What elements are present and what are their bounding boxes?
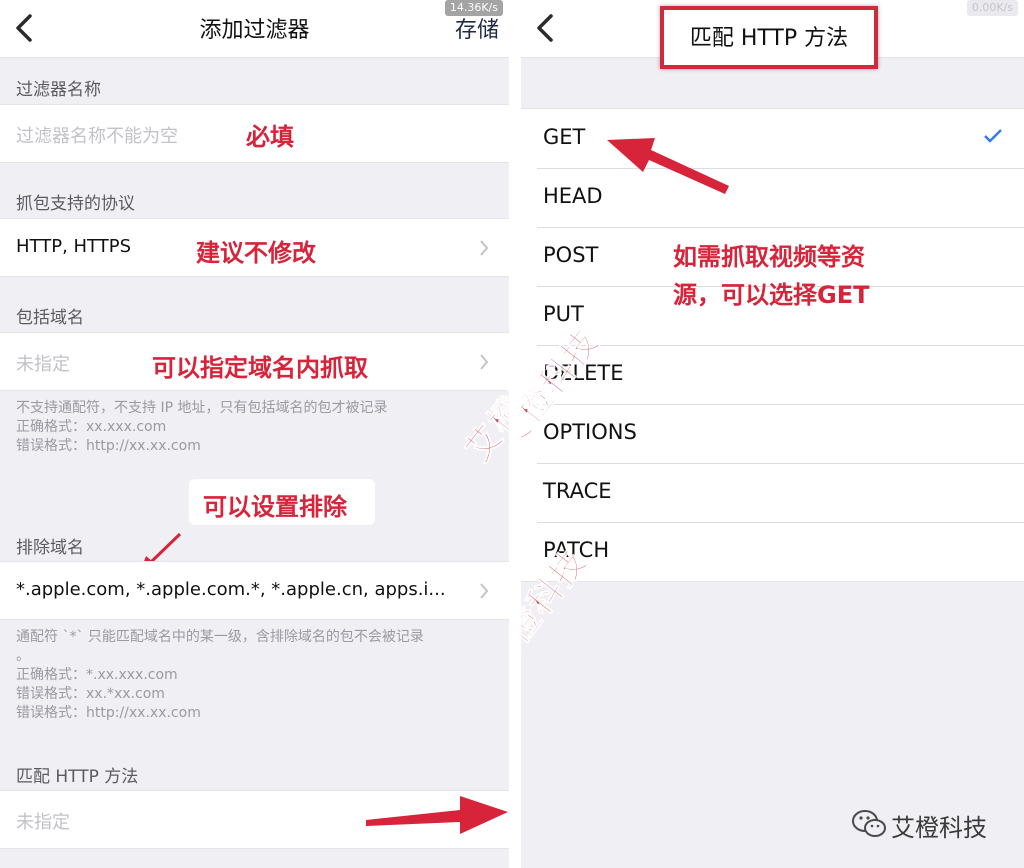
arrow-annotation xyxy=(366,796,508,834)
http-method-value: 未指定 xyxy=(16,812,70,833)
include-domains-row[interactable]: 未指定 可以指定域名内抓取 xyxy=(0,332,509,391)
save-button[interactable]: 存储 xyxy=(455,12,499,44)
footer-account-name: 艾橙科技 xyxy=(891,814,987,842)
include-domains-help: 不支持通配符，不支持 IP 地址，只有包括域名的包才被记录 正确格式：xx.xx… xyxy=(16,400,388,454)
annotation-required: 必填 xyxy=(246,123,294,151)
annotation-get-tip: 如需抓取视频等资 源，可以选择GET xyxy=(673,243,870,309)
checkmark-icon xyxy=(984,129,1002,143)
arrow-annotation xyxy=(607,138,729,194)
add-filter-screen: 添加过滤器 存储 14.36K/s 过滤器名称 过滤器名称不能为空 必填 抓包支… xyxy=(0,0,509,868)
chevron-right-icon xyxy=(480,354,489,370)
annotation-box: 可以设置排除 xyxy=(189,479,375,525)
section-header-filter-name: 过滤器名称 xyxy=(16,80,101,100)
wechat-icon xyxy=(852,810,886,837)
back-chevron-icon[interactable] xyxy=(531,8,561,48)
exclude-domains-row[interactable]: *.apple.com, *.apple.com.*, *.apple.cn, … xyxy=(0,561,509,620)
filter-name-placeholder: 过滤器名称不能为空 xyxy=(16,126,178,147)
section-header-http-method: 匹配 HTTP 方法 xyxy=(16,767,139,787)
page-title: 匹配 HTTP 方法 xyxy=(689,26,849,51)
protocols-row[interactable]: HTTP, HTTPS 建议不修改 xyxy=(0,218,509,277)
page-title: 添加过滤器 xyxy=(199,18,310,43)
chevron-right-icon xyxy=(480,583,489,599)
match-http-method-screen: 0.00K/s 匹配 HTTP 方法 GET HEAD POST PUT DEL… xyxy=(521,0,1024,868)
method-option-options[interactable]: OPTIONS xyxy=(521,404,1024,463)
method-option-head[interactable]: HEAD xyxy=(521,168,1024,227)
exclude-domains-help: 通配符 `*` 只能匹配域名中的某一级，含排除域名的包不会被记录 。 正确格式：… xyxy=(16,629,424,721)
protocols-value: HTTP, HTTPS xyxy=(16,236,131,257)
annotation-include-domains: 可以指定域名内抓取 xyxy=(152,354,368,382)
nav-bar: 添加过滤器 存储 14.36K/s xyxy=(0,0,509,58)
method-option-patch[interactable]: PATCH xyxy=(521,522,1024,581)
chevron-right-icon xyxy=(480,240,489,256)
method-option-trace[interactable]: TRACE xyxy=(521,463,1024,522)
network-speed-badge: 0.00K/s xyxy=(966,0,1018,16)
method-option-get[interactable]: GET xyxy=(521,109,1024,168)
annotation-keep-default: 建议不修改 xyxy=(196,239,316,267)
section-header-exclude-domains: 排除域名 xyxy=(16,538,84,558)
exclude-domains-value: *.apple.com, *.apple.com.*, *.apple.cn, … xyxy=(16,579,446,600)
title-highlight-box: 匹配 HTTP 方法 xyxy=(660,6,878,69)
section-header-protocols: 抓包支持的协议 xyxy=(16,194,135,214)
panel-divider xyxy=(509,0,521,868)
include-domains-value: 未指定 xyxy=(16,354,70,375)
network-speed-badge: 14.36K/s xyxy=(444,0,503,16)
section-header-include-domains: 包括域名 xyxy=(16,308,84,328)
filter-name-field[interactable]: 过滤器名称不能为空 必填 xyxy=(0,104,509,163)
annotation-exclude: 可以设置排除 xyxy=(203,493,347,521)
